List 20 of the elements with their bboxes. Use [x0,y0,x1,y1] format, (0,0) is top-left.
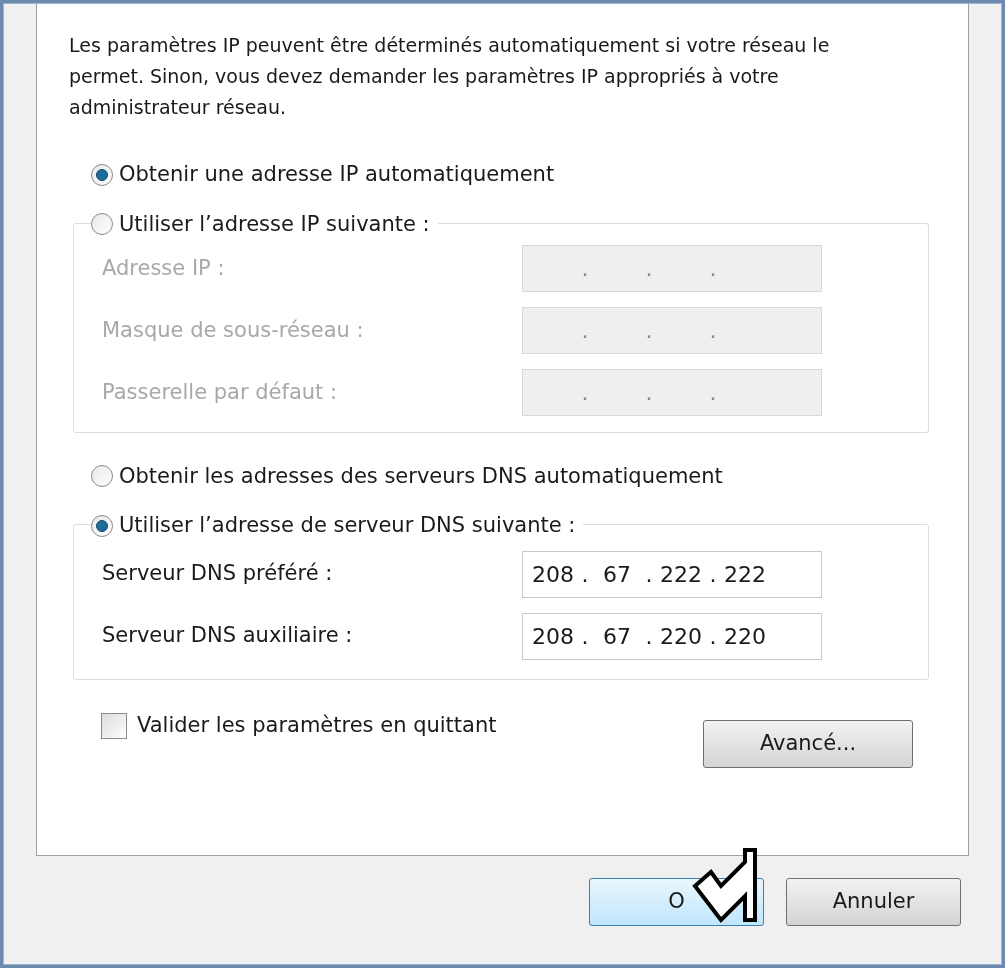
checkbox[interactable] [101,712,127,739]
field-label: Serveur DNS préféré : [102,560,334,588]
field-label: Masque de sous-réseau : [102,316,365,344]
cancel-button[interactable]: Annuler [786,878,961,926]
radio-button[interactable] [91,213,113,236]
radio-label: Obtenir une adresse IP automatiquement [119,161,555,188]
radio-button[interactable] [91,465,113,488]
advanced-button[interactable]: Avancé... [703,720,913,768]
radio-button[interactable] [91,514,113,537]
radio-label: Utiliser l’adresse IP suivante : [119,210,430,238]
ip-address-field[interactable]: 208 . 67 . 222 . 222 [522,550,822,598]
radio-label: Obtenir les adresses des serveurs DNS automatiquement [119,462,723,490]
ip-address-field[interactable]: 208 . 67 . 220 . 220 [522,612,822,660]
field-label: Passerelle par défaut : [102,378,339,406]
field-label: Serveur DNS auxiliaire : [102,622,354,650]
checkbox-label: Valider les paramètres en quittant [137,712,497,739]
radio-label: Utiliser l’adresse de serveur DNS suivante : [119,512,576,539]
field-label: Adresse IP : [102,254,226,282]
intro-text: Les paramètres IP peuvent être déterminés automatiquement si votre réseau le permet. Sinon, vous devez demander les paramètres IP appropriés à votre administrateur réseau. [69,33,831,120]
radio-button[interactable] [91,163,113,186]
